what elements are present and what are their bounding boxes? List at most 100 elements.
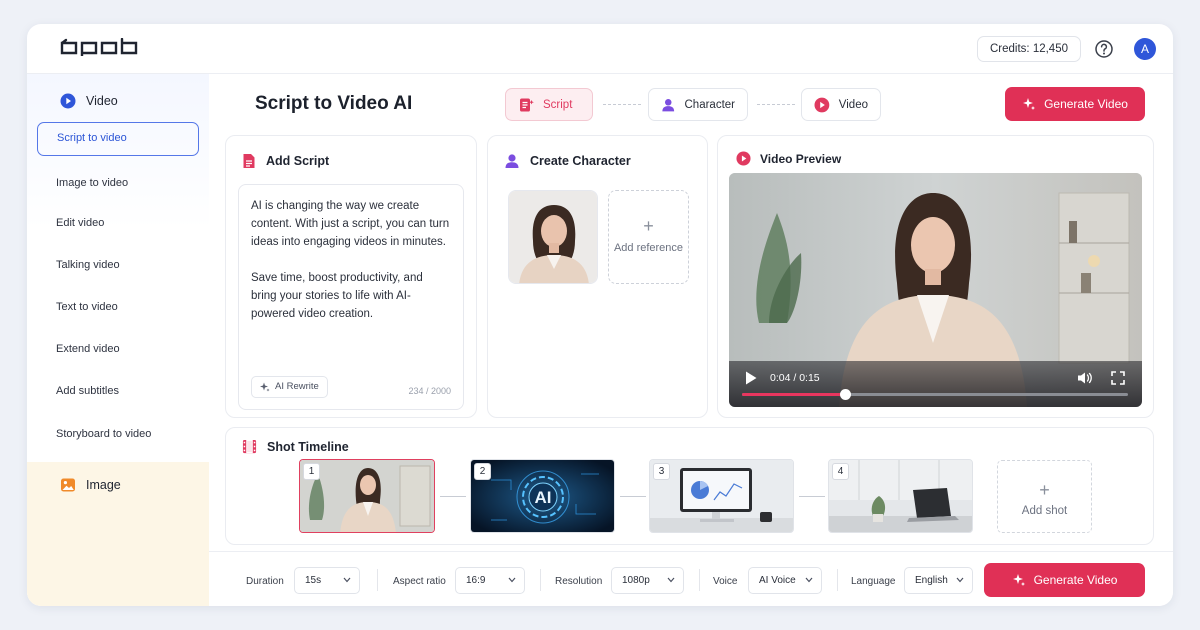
shot-image-desk [650,460,793,532]
add-shot-button[interactable]: + Add shot [997,460,1092,533]
step-connector [603,104,641,105]
character-thumbnail[interactable] [508,190,598,284]
script-doc-icon [520,98,534,111]
add-reference-button[interactable]: + Add reference [608,190,689,284]
image-section: Image [27,462,209,606]
chevron-down-icon [667,577,675,583]
person-icon [662,98,675,111]
resolution-label: Resolution [555,576,603,587]
top-bar: Credits: 12,450 A [27,24,1173,74]
step-label: Script [543,98,573,111]
shot-thumbnail-3[interactable]: 3 [649,459,794,533]
step-character[interactable]: Character [648,88,748,121]
video-player[interactable]: 0:04 / 0:15 [729,173,1142,407]
step-script[interactable]: Script [505,88,593,121]
card-title: Video Preview [760,151,842,166]
sparkle-icon [1023,98,1036,110]
shot-thumbnail-4[interactable]: 4 [828,459,973,533]
language-label: Language [851,576,896,587]
sidebar-item-image-to-video[interactable]: Image to video [37,166,199,200]
sidebar-section-video[interactable]: Video [60,93,118,109]
generate-video-label: Generate Video [1044,97,1128,111]
sidebar-item-add-subtitles[interactable]: Add subtitles [37,374,199,408]
sidebar-item-edit-video[interactable]: Edit video [37,206,199,240]
plus-icon: + [1039,480,1050,500]
step-video[interactable]: Video [801,88,881,121]
shot-ai-text: AI [535,488,552,507]
character-portrait [509,191,597,283]
user-avatar[interactable]: A [1134,38,1156,60]
voice-select[interactable]: AI Voice [748,567,822,594]
video-controls: 0:04 / 0:15 [729,361,1142,407]
card-title: Shot Timeline [267,439,349,454]
aspect-ratio-select[interactable]: 16:9 [455,567,525,594]
chevron-down-icon [508,577,516,583]
fullscreen-icon[interactable] [1111,371,1125,385]
aspect-ratio-value: 16:9 [466,575,486,586]
generate-video-button-top[interactable]: Generate Video [1005,87,1145,121]
chevron-down-icon [956,577,964,583]
sparkle-icon [260,382,270,392]
script-paragraph: Save time, boost productivity, and bring… [251,272,423,320]
script-textarea[interactable]: AI is changing the way we create content… [238,184,464,410]
resolution-value: 1080p [622,575,650,586]
shot-thumbnail-2[interactable]: AI 2 [470,459,615,533]
video-preview-card: Video Preview 0:04 / 0:15 [717,135,1154,418]
add-shot-label: Add shot [1021,505,1068,517]
person-icon [505,154,519,168]
sidebar-item-talking-video[interactable]: Talking video [37,248,199,282]
logo-wordmark [60,37,138,58]
video-progress-bar[interactable] [742,389,1128,400]
app-logo[interactable] [60,37,138,61]
divider [837,569,838,591]
sidebar-item-text-to-video[interactable]: Text to video [37,290,199,324]
play-circle-icon [60,93,76,109]
options-bar: Duration 15s Aspect ratio 16:9 Resolutio… [209,551,1173,606]
add-reference-label: Add reference [613,242,684,254]
video-section: Video Script to video Image to video Edi… [27,74,209,462]
sidebar: Video Script to video Image to video Edi… [27,74,209,606]
generate-video-button-bottom[interactable]: Generate Video [984,563,1145,597]
video-scrubber-handle[interactable] [840,389,852,400]
shot-image-presenter [300,460,434,532]
shot-image-laptop [829,460,972,532]
language-value: English [915,575,948,586]
film-icon [242,439,257,454]
sparkle-icon [1012,574,1025,586]
document-icon [243,154,255,168]
card-title: Add Script [266,154,330,168]
shot-thumbnail-1[interactable]: 1 [299,459,435,533]
shot-timeline-card: Shot Timeline 1 AI 2 3 4 + Add shot [225,427,1154,545]
language-select[interactable]: English [904,567,973,594]
resolution-select[interactable]: 1080p [611,567,684,594]
shot-number-badge: 2 [474,463,491,480]
generate-video-label: Generate Video [1033,573,1118,587]
play-icon[interactable] [744,370,758,386]
page-title: Script to Video AI [255,93,413,114]
card-header: Shot Timeline [242,439,349,454]
card-header: Create Character [504,153,631,169]
shot-number-badge: 4 [832,463,849,480]
ai-rewrite-button[interactable]: AI Rewrite [251,376,328,398]
shot-connector [440,496,466,497]
ai-rewrite-label: AI Rewrite [275,381,319,392]
sidebar-item-script-to-video[interactable]: Script to video [37,122,199,156]
create-character-card: Create Character + Add reference [487,135,708,418]
duration-label: Duration [246,576,284,587]
help-icon[interactable] [1094,39,1114,64]
shot-connector [799,496,825,497]
credits-badge[interactable]: Credits: 12,450 [977,36,1081,62]
play-circle-icon [736,151,751,166]
duration-select[interactable]: 15s [294,567,360,594]
sidebar-item-storyboard-to-video[interactable]: Storyboard to video [37,417,199,451]
video-time: 0:04 / 0:15 [770,372,820,384]
sidebar-section-label: Video [86,94,118,108]
sidebar-section-image[interactable]: Image [60,477,121,493]
sidebar-item-extend-video[interactable]: Extend video [37,332,199,366]
video-progress-fill [742,393,846,396]
volume-icon[interactable] [1077,371,1093,385]
divider [540,569,541,591]
duration-value: 15s [305,575,322,586]
chevron-down-icon [805,577,813,583]
divider [377,569,378,591]
